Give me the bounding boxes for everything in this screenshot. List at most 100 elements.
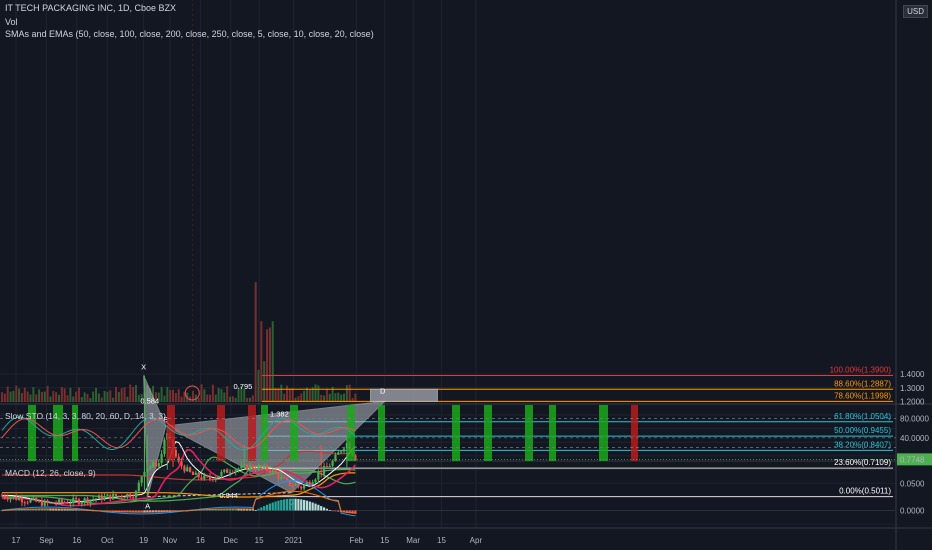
candle-body <box>20 498 24 503</box>
candle-body <box>322 466 326 475</box>
candle-body <box>231 472 234 474</box>
volume-bar <box>1 392 3 402</box>
candle-body <box>223 469 226 472</box>
candle-body <box>228 472 232 474</box>
candle-body <box>271 470 274 473</box>
volume-bar <box>160 386 163 402</box>
volume-bar <box>80 397 83 402</box>
volume-bar <box>211 384 214 402</box>
volume-bar <box>257 369 260 402</box>
oversold-highlight <box>378 405 385 461</box>
macd-histogram-bar <box>334 510 337 512</box>
candle-body <box>149 466 152 469</box>
macd-histogram-bar <box>257 508 260 511</box>
candle-body <box>140 476 143 483</box>
candle-body <box>60 499 63 503</box>
volume-bar <box>89 397 92 402</box>
fib-level-label: 61.80%(1.0504) <box>834 412 891 421</box>
macd-histogram-bar <box>320 506 323 511</box>
currency-badge[interactable]: USD <box>903 5 928 18</box>
macd-histogram-bar <box>322 507 326 511</box>
volume-bar <box>200 384 203 402</box>
candle-body <box>94 498 98 500</box>
macd-tick-label: 0.0500 <box>900 480 925 489</box>
candle-body <box>26 502 29 504</box>
candle-body <box>6 497 9 500</box>
volume-bar <box>246 397 249 402</box>
candle-body <box>40 500 43 506</box>
macd-histogram-bar <box>337 510 340 512</box>
candle-body <box>160 453 163 464</box>
fib-level-label: 78.60%(1.1998) <box>834 391 891 400</box>
candle-body <box>49 502 52 504</box>
price-tick-label: 1.4000 <box>900 370 925 379</box>
volume-bar <box>97 393 100 402</box>
candle-body <box>80 502 83 504</box>
macd-histogram-bar <box>277 500 280 511</box>
candle-body <box>325 466 328 468</box>
volume-bar <box>166 386 169 402</box>
stoch-tick-label: 80.0000 <box>900 415 929 424</box>
candle-body <box>109 494 112 500</box>
macd-histogram-bar <box>317 504 320 511</box>
candle-body <box>311 482 314 485</box>
time-tick-label: Mar <box>406 536 420 545</box>
volume-bar <box>174 393 177 402</box>
candle-body <box>265 465 269 471</box>
candle-body <box>89 499 92 503</box>
fib-level-label: 88.60%(1.2887) <box>834 379 891 388</box>
candle-body <box>9 497 12 500</box>
volume-bar <box>314 384 317 402</box>
volume-bar <box>40 391 43 402</box>
candle-body <box>300 486 303 489</box>
candle-body <box>63 502 66 504</box>
candle-body <box>154 462 157 467</box>
candle-body <box>234 469 237 473</box>
macd-histogram-bar <box>325 508 328 511</box>
price-tick-label: 1.2000 <box>900 397 925 406</box>
volume-bar <box>35 394 38 402</box>
volume-bar <box>26 391 29 402</box>
candle-body <box>103 496 106 500</box>
candle-body <box>317 473 320 480</box>
candle-body <box>203 475 206 480</box>
volume-bar <box>95 387 98 402</box>
time-tick-label: 15 <box>437 536 446 545</box>
candle-body <box>69 503 72 505</box>
candle-body <box>237 468 240 470</box>
oversold-highlight <box>484 405 492 461</box>
candle-body <box>303 484 306 489</box>
candle-body <box>97 495 100 499</box>
oversold-highlight <box>599 405 608 461</box>
candle-body <box>214 477 217 481</box>
volume-bar <box>334 393 337 402</box>
volume-bar <box>248 397 251 402</box>
candle-body <box>129 494 132 498</box>
fib-level-label: 50.00%(0.9455) <box>834 426 891 435</box>
macd-histogram-bar <box>274 501 277 511</box>
moving-averages-label: SMAs and EMAs (50, close, 100, close, 20… <box>5 29 374 39</box>
candle-body <box>86 498 89 503</box>
time-tick-label: 16 <box>196 536 205 545</box>
volume-bar <box>92 391 95 402</box>
volume-bar <box>72 396 75 402</box>
volume-bar <box>234 397 237 402</box>
chart-canvas[interactable]: 100.00%(1.3900) 88.60%(1.2887) 78.60%(1.19… <box>0 0 932 550</box>
candle-body <box>280 476 283 479</box>
volume-bar <box>277 388 280 402</box>
price-tick-label: 1.3000 <box>900 384 925 393</box>
oversold-highlight <box>347 405 355 461</box>
candle-body <box>308 482 311 485</box>
candle-body <box>283 476 286 479</box>
candle-body <box>57 499 61 504</box>
volume-bar <box>69 387 72 402</box>
volume-bar <box>263 361 266 402</box>
volume-bar <box>3 393 6 402</box>
candle-body <box>18 498 21 501</box>
time-tick-label: Nov <box>163 536 177 545</box>
time-tick-label: Apr <box>470 536 483 545</box>
volume-bar <box>15 385 18 402</box>
candle-body <box>240 465 243 469</box>
volume-bar <box>337 392 340 402</box>
candle-body <box>52 502 55 504</box>
